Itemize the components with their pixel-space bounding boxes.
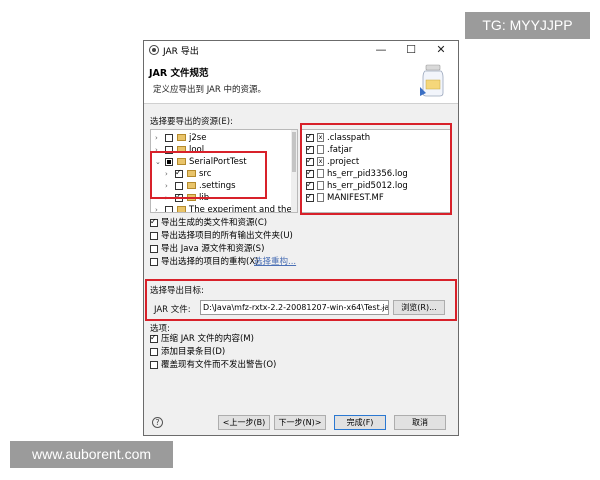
window-title: JAR 导出 bbox=[163, 47, 199, 57]
option-export-java-sources[interactable]: 导出 Java 源文件和资源(S) bbox=[150, 243, 350, 255]
checkbox[interactable] bbox=[150, 332, 158, 344]
cancel-button[interactable]: 取消 bbox=[394, 415, 446, 430]
finish-button[interactable]: 完成(F) bbox=[334, 415, 386, 430]
select-refactorings-link[interactable]: 选择重构... bbox=[254, 256, 296, 268]
resources-label: 选择要导出的资源(E): bbox=[150, 117, 233, 127]
watermark-bottom: www.auborent.com bbox=[10, 441, 173, 468]
checkbox[interactable] bbox=[165, 134, 173, 142]
option-export-refactorings[interactable]: 导出选择的项目的重构(X) bbox=[150, 256, 350, 268]
checkbox[interactable] bbox=[150, 258, 158, 266]
option-label: 导出选择项目的所有输出文件夹(U) bbox=[161, 231, 293, 241]
next-button[interactable]: 下一步(N)> bbox=[274, 415, 326, 430]
page-subtitle: 定义应导出到 JAR 中的资源。 bbox=[153, 85, 266, 95]
project-folder-icon bbox=[177, 206, 186, 212]
tree-item-label: j2se bbox=[189, 133, 207, 143]
watermark-top: TG: MYYJJPP bbox=[465, 12, 590, 39]
highlight-box-tree bbox=[150, 151, 267, 199]
maximize-button[interactable]: ☐ bbox=[396, 41, 426, 59]
jar-file-path: D:\Java\mfz-rxtx-2.2-20081207-win-x64\Te… bbox=[203, 303, 389, 312]
checkbox[interactable] bbox=[150, 245, 158, 253]
expand-arrow-icon[interactable]: › bbox=[155, 204, 158, 212]
jar-file-combobox[interactable]: D:\Java\mfz-rxtx-2.2-20081207-win-x64\Te… bbox=[200, 300, 389, 315]
title-bar: JAR 导出 — ☐ ✕ bbox=[144, 41, 458, 59]
expand-arrow-icon[interactable]: › bbox=[155, 132, 158, 144]
project-folder-icon bbox=[177, 134, 186, 141]
checkbox[interactable] bbox=[150, 361, 158, 369]
chevron-down-icon[interactable]: ⌄ bbox=[380, 301, 386, 314]
checkbox[interactable] bbox=[165, 206, 173, 212]
option-label: 导出选择的项目的重构(X) bbox=[161, 257, 259, 267]
option-export-output-folders[interactable]: 导出选择项目的所有输出文件夹(U) bbox=[150, 230, 350, 242]
option-overwrite[interactable]: 覆盖现有文件而不发出警告(O) bbox=[150, 359, 350, 371]
option-label: 导出 Java 源文件和资源(S) bbox=[161, 244, 265, 254]
option-compress[interactable]: 压缩 JAR 文件的内容(M) bbox=[150, 332, 350, 345]
option-export-classes[interactable]: 导出生成的类文件和资源(C) bbox=[150, 216, 350, 229]
option-label: 压缩 JAR 文件的内容(M) bbox=[161, 334, 254, 344]
close-button[interactable]: ✕ bbox=[426, 41, 456, 59]
tree-item-label: The experiment and the st bbox=[189, 205, 298, 213]
minimize-button[interactable]: — bbox=[366, 41, 396, 59]
checkbox[interactable] bbox=[150, 232, 158, 240]
back-button[interactable]: <上一步(B) bbox=[218, 415, 270, 430]
highlight-box-files bbox=[300, 123, 452, 215]
jar-banner-icon bbox=[420, 64, 444, 97]
checkbox[interactable] bbox=[150, 216, 158, 228]
option-label: 添加目录条目(D) bbox=[161, 347, 226, 357]
destination-label: 选择导出目标: bbox=[150, 286, 204, 296]
browse-button[interactable]: 浏览(R)... bbox=[393, 300, 445, 315]
jar-export-dialog: JAR 导出 — ☐ ✕ JAR 文件规范 定义应导出到 JAR 中的资源。 选… bbox=[143, 40, 459, 436]
tree-scrollbar-thumb[interactable] bbox=[292, 132, 296, 172]
jar-file-label: JAR 文件: bbox=[154, 305, 191, 315]
option-label: 导出生成的类文件和资源(C) bbox=[161, 218, 268, 228]
app-icon bbox=[149, 45, 159, 55]
help-icon[interactable]: ? bbox=[152, 417, 163, 428]
page-title: JAR 文件规范 bbox=[149, 68, 209, 79]
option-label: 覆盖现有文件而不发出警告(O) bbox=[161, 360, 277, 370]
option-add-directories[interactable]: 添加目录条目(D) bbox=[150, 346, 350, 358]
checkbox[interactable] bbox=[150, 348, 158, 356]
wizard-header: JAR 文件规范 定义应导出到 JAR 中的资源。 bbox=[144, 59, 458, 104]
